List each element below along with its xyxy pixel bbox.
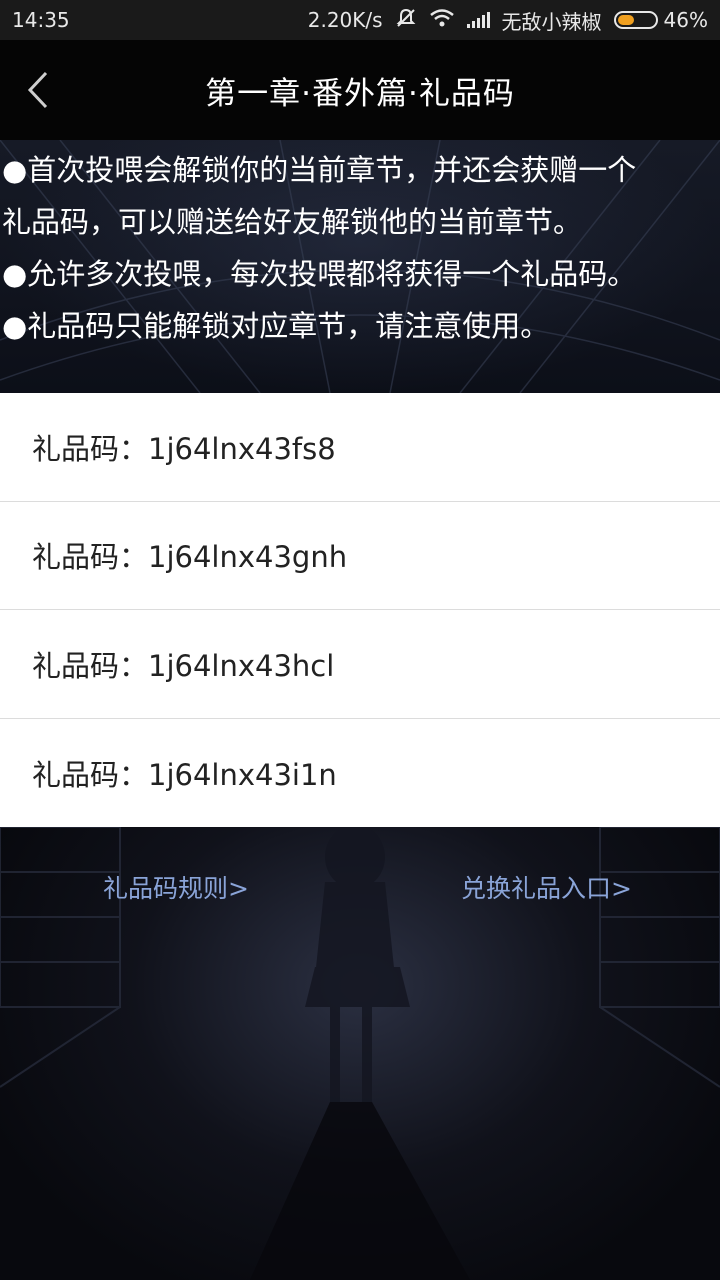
redeem-gift-link[interactable]: 兑换礼品入口> xyxy=(461,869,632,905)
info-line: ●首次投喂会解锁你的当前章节，并还会获赠一个 xyxy=(2,153,637,187)
gift-code-row[interactable]: 礼品码：1j64lnx43gnh xyxy=(0,502,720,610)
carrier-name: 无敌小辣椒 xyxy=(501,9,602,34)
status-bar: 14:35 2.20K/s 无敌小辣椒 46% xyxy=(0,0,720,40)
status-icons: 2.20K/s 无敌小辣椒 46% xyxy=(308,6,708,35)
mute-bell-icon xyxy=(395,7,417,34)
info-line: ●礼品码只能解锁对应章节，请注意使用。 xyxy=(2,309,550,343)
gift-code-list: 礼品码：1j64lnx43fs8 礼品码：1j64lnx43gnh 礼品码：1j… xyxy=(0,393,720,827)
signal-icon xyxy=(466,12,490,28)
page-title: 第一章·番外篇·礼品码 xyxy=(205,75,515,112)
battery-icon: 46% xyxy=(613,8,708,32)
info-line: ●允许多次投喂，每次投喂都将获得一个礼品码。 xyxy=(2,257,637,291)
chevron-left-icon xyxy=(27,71,48,109)
status-time: 14:35 xyxy=(12,8,70,32)
info-panel: ●首次投喂会解锁你的当前章节，并还会获赠一个 礼品码，可以赠送给好友解锁他的当前… xyxy=(0,140,720,393)
network-speed: 2.20K/s xyxy=(307,8,383,32)
wifi-icon xyxy=(429,8,455,33)
back-button[interactable] xyxy=(18,68,58,112)
gift-code-row[interactable]: 礼品码：1j64lnx43hcl xyxy=(0,610,720,719)
info-line: 礼品码，可以赠送给好友解锁他的当前章节。 xyxy=(2,205,583,239)
battery-fill xyxy=(617,15,635,25)
info-text: ●首次投喂会解锁你的当前章节，并还会获赠一个 礼品码，可以赠送给好友解锁他的当前… xyxy=(0,140,720,352)
battery-percent: 46% xyxy=(663,8,708,32)
gift-code-row[interactable]: 礼品码：1j64lnx43i1n xyxy=(0,719,720,828)
gift-code-row[interactable]: 礼品码：1j64lnx43fs8 xyxy=(0,393,720,502)
bottom-illustration: 礼品码规则> 兑换礼品入口> xyxy=(0,827,720,1280)
title-bar: 第一章·番外篇·礼品码 xyxy=(0,40,720,140)
gift-code-rules-link[interactable]: 礼品码规则> xyxy=(103,869,249,905)
bottom-links: 礼品码规则> 兑换礼品入口> xyxy=(0,869,720,905)
